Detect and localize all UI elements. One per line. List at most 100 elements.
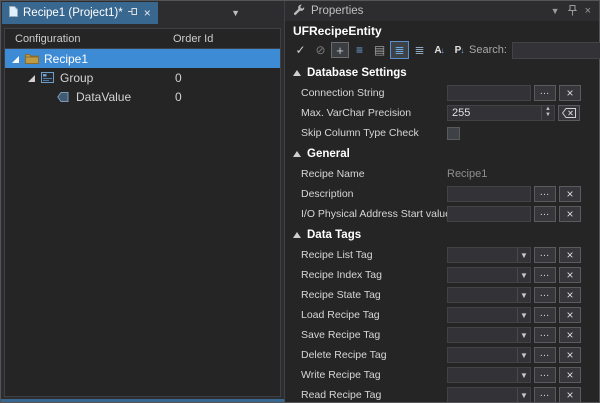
property-row: I/O Physical Address Start value…× [285,204,599,224]
clear-button[interactable]: × [559,327,581,343]
ellipsis-button[interactable]: … [534,267,556,283]
dropdown-arrow-icon[interactable]: ▼ [517,388,530,402]
cancel-icon[interactable]: ⊘ [311,41,330,59]
group-view-icon[interactable]: ▤ [370,41,389,59]
numeric-value: 255 [452,107,541,119]
app-window: Recipe1 (Project1)* × ▼ Configuration Or… [0,0,600,403]
dropdown-arrow-icon[interactable]: ▼ [517,308,530,322]
checkbox[interactable] [447,127,460,140]
text-input[interactable] [447,186,531,202]
property-row: Write Recipe Tag▼…× [285,365,599,385]
clear-button[interactable]: × [559,85,581,101]
section-title: Data Tags [307,229,361,241]
expander-icon[interactable] [25,72,36,83]
clear-button[interactable]: × [559,287,581,303]
spinner-buttons[interactable]: ▲▼ [541,106,554,120]
property-control: ▼ …× [447,367,581,383]
close-icon[interactable]: × [144,8,151,18]
sort-property-icon[interactable]: P↓ [450,41,469,59]
property-label: Recipe State Tag [301,289,447,301]
section-header[interactable]: Database Settings [285,63,599,83]
tab-list-chevron-icon[interactable]: ▼ [231,8,240,18]
property-row: Recipe State Tag ▼ …× [285,285,599,305]
ellipsis-button[interactable]: … [534,327,556,343]
dropdown-select[interactable]: ▼ [447,327,531,343]
clear-button[interactable]: × [559,307,581,323]
ellipsis-button[interactable]: … [534,387,556,402]
expander-icon[interactable] [9,53,20,64]
dropdown-select[interactable]: ▼ [447,287,531,303]
clear-button[interactable]: × [559,267,581,283]
apply-icon[interactable]: ✓ [291,41,310,59]
property-label: Recipe Index Tag [301,269,447,281]
column-header-configuration[interactable]: Configuration [5,33,80,45]
spin-down-icon[interactable]: ▼ [545,113,551,119]
window-menu-chevron-icon[interactable]: ▼ [551,6,560,16]
dropdown-select[interactable]: ▼ [447,347,531,363]
toolbar-icons: ✓⊘+≡▤≣≣A↓P↓ [291,41,469,59]
sort-alpha-icon[interactable]: A↓ [430,41,449,59]
numeric-input[interactable]: 255▲▼ [447,105,555,121]
ellipsis-button[interactable]: … [534,206,556,222]
section-header[interactable]: Data Tags [285,225,599,245]
property-label: Save Recipe Tag [301,329,447,341]
properties-body: Database SettingsConnection String…×Max.… [285,62,599,402]
dropdown-arrow-icon[interactable]: ▼ [517,348,530,362]
tree-row[interactable]: Group0 [5,68,280,87]
add-icon[interactable]: + [331,42,349,58]
properties-panel-title: Properties [311,5,363,17]
ellipsis-button[interactable]: … [534,85,556,101]
tab-bar: Recipe1 (Project1)* × ▼ [1,1,284,25]
dropdown-select[interactable]: ▼ [447,387,531,402]
dropdown-select[interactable]: ▼ [447,307,531,323]
document-tab[interactable]: Recipe1 (Project1)* × [2,2,158,24]
dropdown-arrow-icon[interactable]: ▼ [517,248,530,262]
property-control: …× [447,186,581,202]
property-control: ▼ …× [447,387,581,402]
ellipsis-button[interactable]: … [534,367,556,383]
ellipsis-button[interactable]: … [534,347,556,363]
property-row: Recipe NameRecipe1 [285,164,599,184]
search-input[interactable] [512,42,600,59]
property-row: Skip Column Type Check [285,123,599,143]
dropdown-arrow-icon[interactable]: ▼ [517,268,530,282]
close-icon[interactable]: × [585,5,591,17]
document-pane: Recipe1 (Project1)* × ▼ Configuration Or… [1,1,285,402]
property-label: Load Recipe Tag [301,309,447,321]
clear-button[interactable]: × [559,387,581,402]
numbered-list-icon[interactable]: ≡ [350,41,369,59]
collapse-arrow-icon [293,70,301,76]
clear-button[interactable]: × [559,186,581,202]
dropdown-arrow-icon[interactable]: ▼ [517,368,530,382]
readonly-value: Recipe1 [447,168,487,180]
dropdown-select[interactable]: ▼ [447,367,531,383]
dropdown-arrow-icon[interactable]: ▼ [517,288,530,302]
ellipsis-button[interactable]: … [534,186,556,202]
section-header[interactable]: General [285,144,599,164]
text-input[interactable] [447,85,531,101]
column-header-order-id[interactable]: Order Id [173,33,213,45]
text-input[interactable] [447,206,531,222]
ellipsis-button[interactable]: … [534,287,556,303]
clear-button[interactable]: × [559,206,581,222]
dropdown-arrow-icon[interactable]: ▼ [517,328,530,342]
property-row: Recipe List Tag▼…× [285,245,599,265]
pin-icon[interactable] [568,5,577,18]
dropdown-select[interactable]: ▼ [447,267,531,283]
detail-view-icon[interactable]: ≣ [410,41,429,59]
tree-row[interactable]: Recipe1 [5,49,280,68]
ellipsis-button[interactable]: … [534,247,556,263]
collapse-arrow-icon [293,151,301,157]
ellipsis-button[interactable]: … [534,307,556,323]
properties-toolbar: ✓⊘+≡▤≣≣A↓P↓ Search: [285,39,599,62]
clear-button[interactable]: × [559,247,581,263]
clear-button[interactable]: × [559,367,581,383]
tree-row[interactable]: DataValue0 [5,87,280,106]
pin-icon[interactable] [128,6,139,20]
backspace-button[interactable] [558,105,580,121]
clear-button[interactable]: × [559,347,581,363]
property-label: Recipe Name [301,168,447,180]
dropdown-select[interactable]: ▼ [447,247,531,263]
section-title: General [307,148,350,160]
list-view-icon[interactable]: ≣ [390,41,409,59]
